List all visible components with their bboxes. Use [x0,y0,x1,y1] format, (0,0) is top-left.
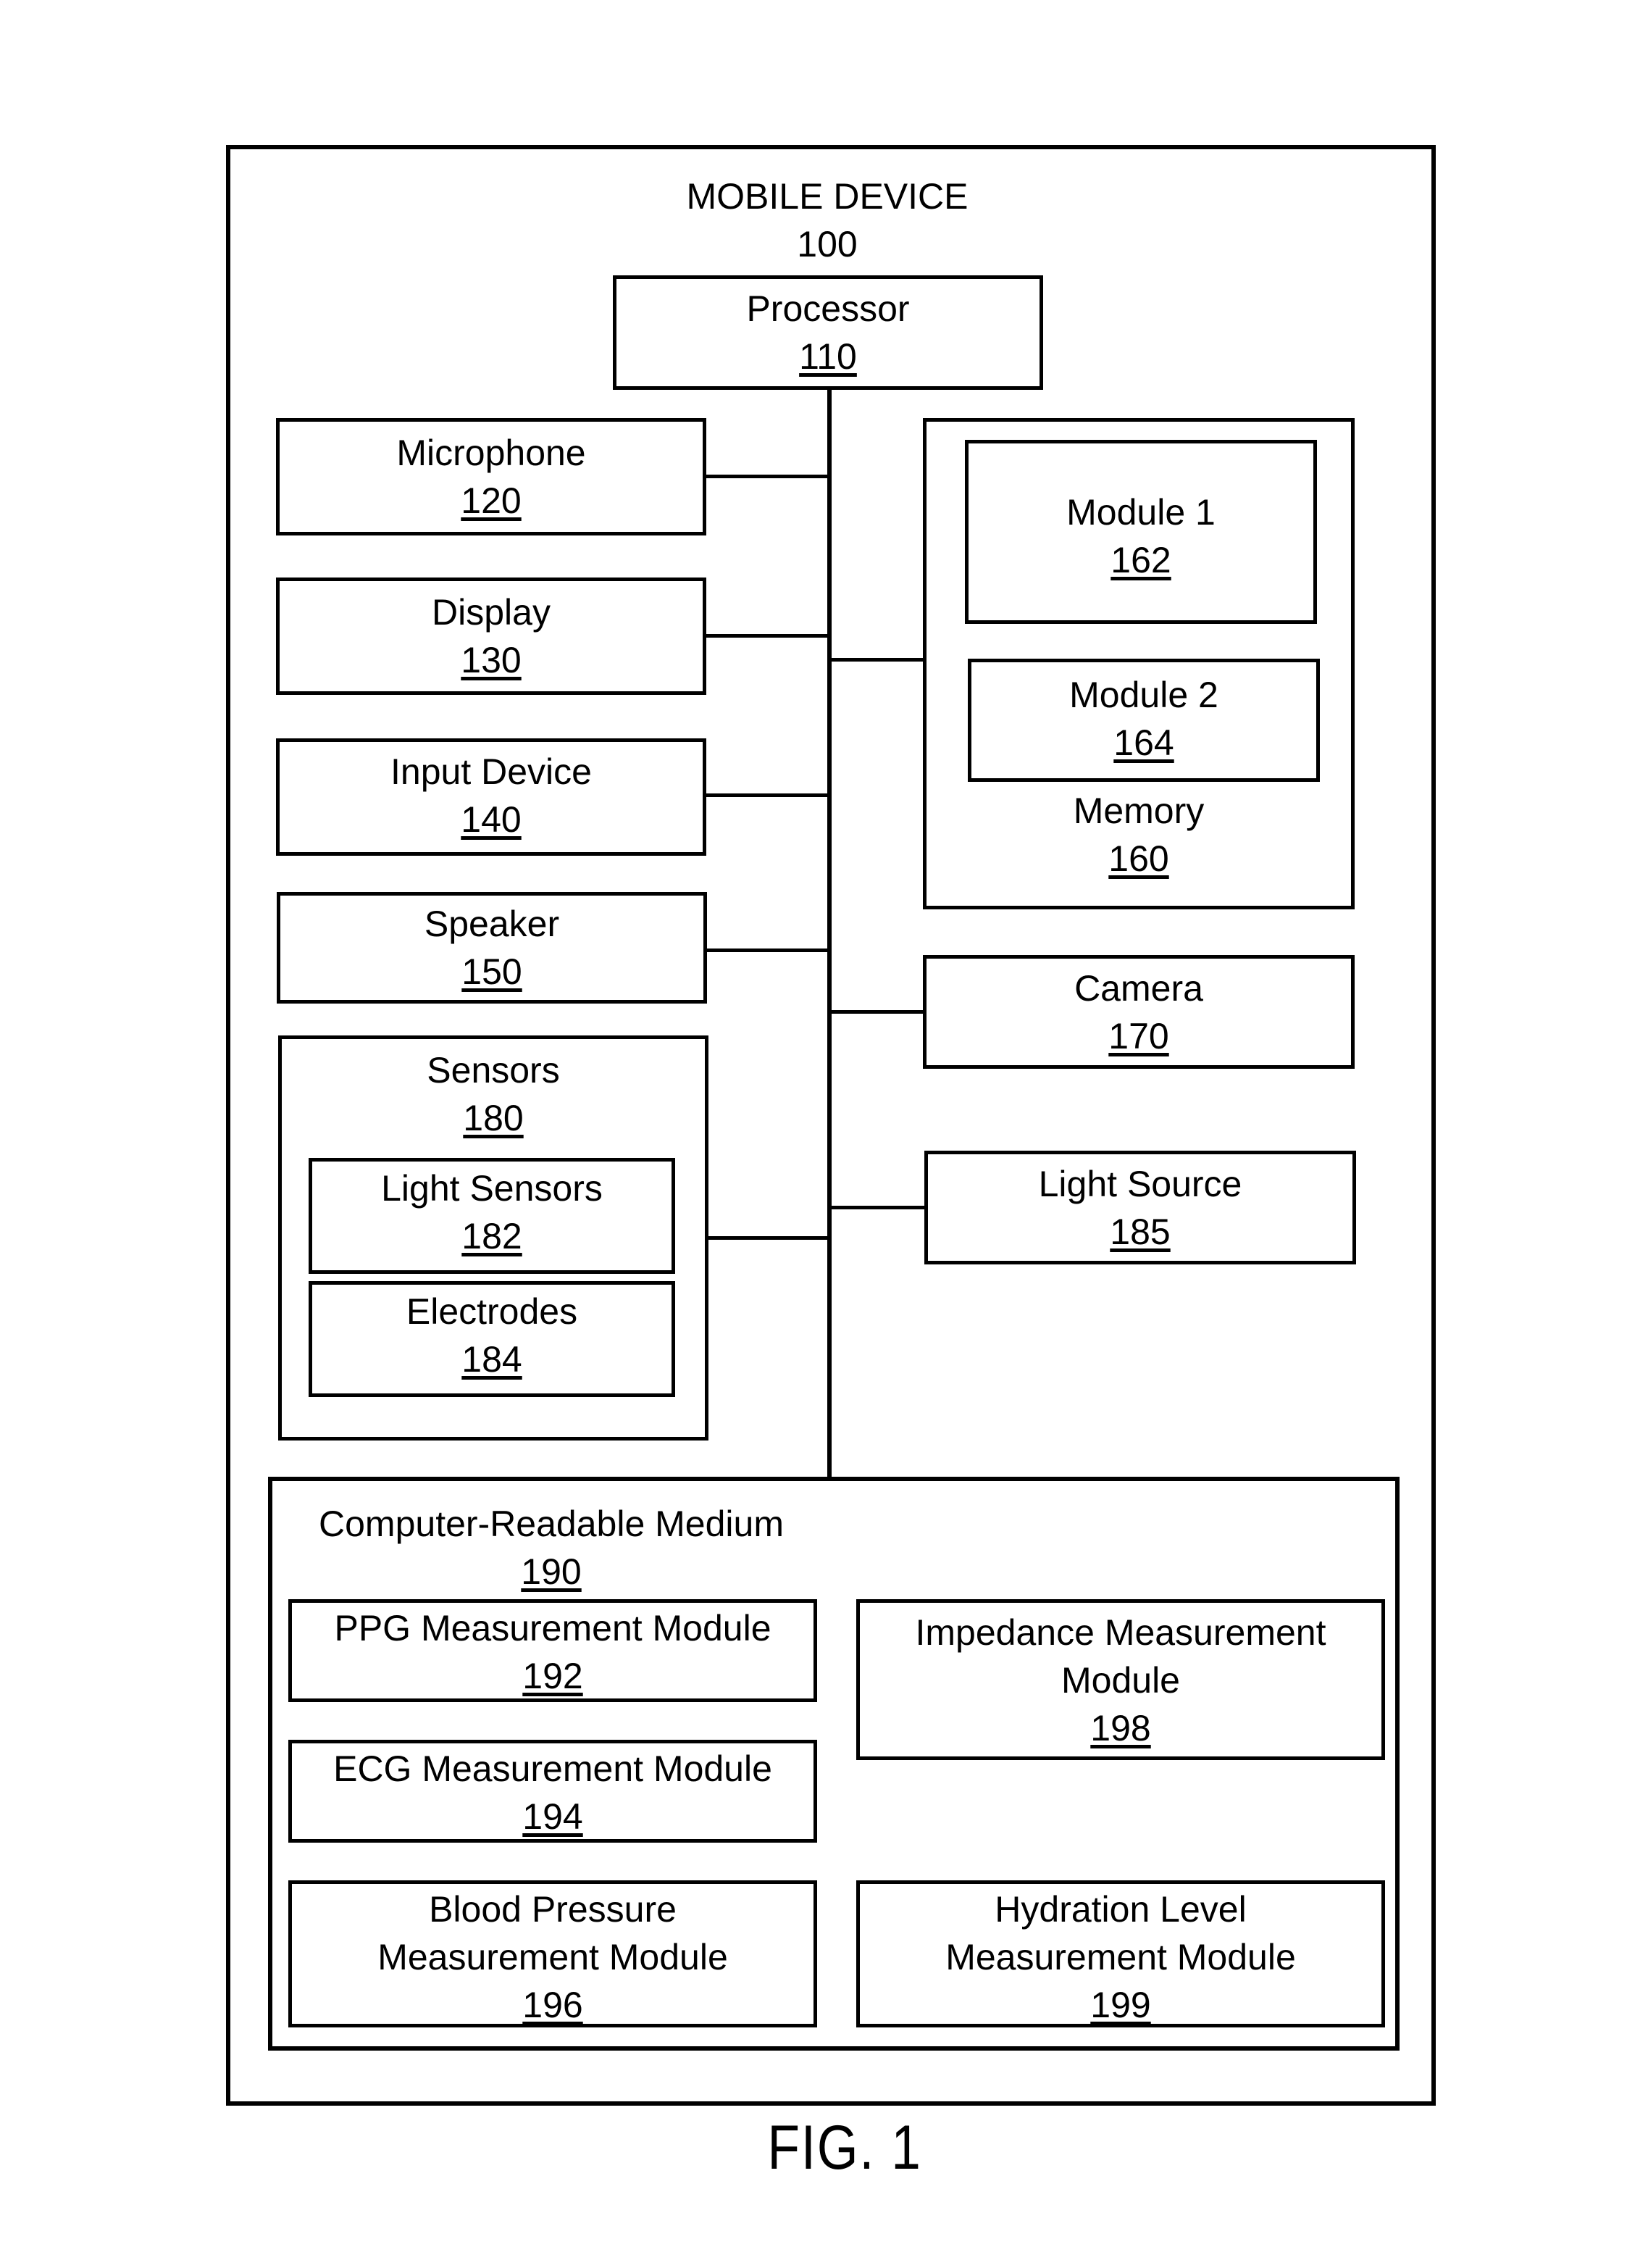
module2-ref: 164 [1113,722,1174,763]
ppg-module-ref: 192 [522,1656,583,1696]
connector-light-source [830,1206,927,1209]
electrodes-label: Electrodes [406,1291,578,1332]
hydration-module-ref: 199 [1090,1985,1151,2025]
module1-ref: 162 [1111,540,1171,580]
ppg-module-label: PPG Measurement Module [334,1608,771,1648]
light-source-ref: 185 [1110,1212,1171,1252]
blood-pressure-module-box: Blood Pressure Measurement Module 196 [288,1880,817,2027]
hydration-module-box: Hydration Level Measurement Module 199 [856,1880,1385,2027]
blood-pressure-module-label-1: Blood Pressure [429,1889,677,1930]
electrodes-box: Electrodes 184 [309,1281,675,1397]
ecg-module-box: ECG Measurement Module 194 [288,1740,817,1843]
display-label: Display [432,592,551,633]
light-source-label: Light Source [1038,1164,1242,1204]
camera-box: Camera 170 [923,955,1355,1069]
speaker-box: Speaker 150 [277,892,707,1004]
microphone-box: Microphone 120 [276,418,706,535]
impedance-module-box: Impedance Measurement Module 198 [856,1599,1385,1760]
memory-box: Module 1 162 Module 2 164 Memory 160 [923,418,1355,909]
hydration-module-label-2: Measurement Module [945,1937,1296,1977]
impedance-module-label-2: Module [1061,1660,1180,1701]
input-device-label: Input Device [390,751,592,792]
connector-speaker [704,949,829,952]
display-ref: 130 [461,640,522,680]
light-sensors-box: Light Sensors 182 [309,1158,675,1274]
memory-label: Memory [1073,791,1205,831]
figure-caption: FIG. 1 [767,2113,922,2182]
sensors-box: Sensors 180 Light Sensors 182 Electrodes… [278,1035,708,1441]
blood-pressure-module-label-2: Measurement Module [377,1937,728,1977]
module2-label: Module 2 [1069,675,1218,715]
ecg-module-label: ECG Measurement Module [333,1748,772,1789]
blood-pressure-module-ref: 196 [522,1985,583,2025]
ppg-module-box: PPG Measurement Module 192 [288,1599,817,1702]
light-sensors-label: Light Sensors [381,1168,603,1209]
system-bus [827,388,832,1480]
microphone-ref: 120 [461,480,522,521]
crm-ref: 190 [521,1551,582,1592]
connector-camera [830,1010,926,1014]
memory-ref: 160 [1108,838,1169,879]
connector-sensors [707,1236,829,1240]
speaker-ref: 150 [461,951,522,992]
electrodes-ref: 184 [461,1339,522,1380]
hydration-module-label-1: Hydration Level [995,1889,1247,1930]
connector-display [704,634,829,638]
microphone-label: Microphone [396,433,586,473]
impedance-module-ref: 198 [1090,1708,1151,1748]
speaker-label: Speaker [424,904,560,944]
mobile-device-name: MOBILE DEVICE [686,176,969,217]
connector-input-device [704,793,829,797]
camera-label: Camera [1074,968,1203,1009]
connector-memory [830,658,926,662]
light-source-box: Light Source 185 [924,1151,1356,1264]
module1-box: Module 1 162 [965,440,1317,624]
sensors-ref: 180 [463,1098,524,1138]
light-sensors-ref: 182 [461,1216,522,1256]
mobile-device-title: MOBILE DEVICE 100 [613,172,1042,268]
mobile-device-ref: 100 [797,224,858,264]
crm-box: Computer-Readable Medium 190 PPG Measure… [268,1477,1400,2051]
module1-label: Module 1 [1066,492,1216,533]
camera-ref: 170 [1108,1016,1169,1056]
crm-label: Computer-Readable Medium [319,1504,784,1544]
input-device-ref: 140 [461,799,522,840]
module2-box: Module 2 164 [968,659,1320,782]
connector-microphone [704,475,829,478]
processor-ref: 110 [799,336,857,377]
display-box: Display 130 [276,578,706,695]
processor-box: Processor 110 [613,275,1043,390]
input-device-box: Input Device 140 [276,738,706,856]
processor-label: Processor [746,288,910,329]
ecg-module-ref: 194 [522,1796,583,1837]
sensors-label: Sensors [427,1050,560,1091]
impedance-module-label-1: Impedance Measurement [915,1612,1326,1653]
